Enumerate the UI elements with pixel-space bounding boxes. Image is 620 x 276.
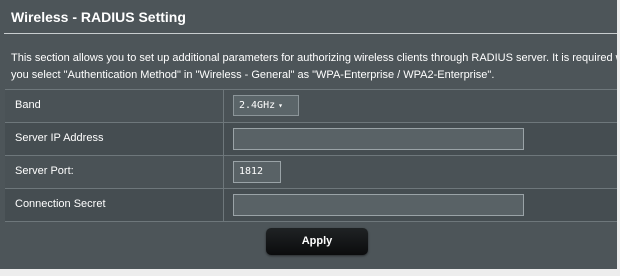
connection-secret-label-cell: Connection Secret — [5, 189, 224, 221]
server-port-input[interactable]: 1812 — [233, 161, 281, 183]
connection-secret-row: Connection Secret — [5, 189, 617, 222]
band-select[interactable]: 2.4GHz ▾ — [233, 95, 299, 116]
server-ip-label-cell: Server IP Address — [5, 123, 224, 155]
description-line-1: This section allows you to set up additi… — [11, 52, 617, 64]
server-ip-label: Server IP Address — [15, 132, 104, 144]
connection-secret-label: Connection Secret — [15, 198, 106, 210]
server-port-label: Server Port: — [15, 165, 74, 177]
band-select-value: 2.4GHz — [239, 100, 276, 111]
radius-settings-panel: Wireless - RADIUS Setting This section a… — [0, 0, 617, 269]
apply-button[interactable]: Apply — [266, 228, 368, 255]
title-divider — [4, 33, 617, 34]
band-row: Band 2.4GHz ▾ — [5, 90, 617, 123]
band-label: Band — [15, 99, 41, 111]
page-title: Wireless - RADIUS Setting — [11, 9, 186, 25]
settings-form-table: Band 2.4GHz ▾ Server IP Address Server Po… — [5, 89, 617, 222]
server-ip-row: Server IP Address — [5, 123, 617, 156]
connection-secret-input[interactable] — [233, 194, 524, 216]
band-label-cell: Band — [5, 90, 224, 122]
description-line-2: you select "Authentication Method" in "W… — [11, 69, 495, 81]
chevron-down-icon: ▾ — [278, 101, 283, 110]
title-bar: Wireless - RADIUS Setting — [0, 0, 617, 34]
server-ip-input[interactable] — [233, 128, 524, 150]
section-description: This section allows you to set up additi… — [11, 50, 617, 84]
server-port-row: Server Port: 1812 — [5, 156, 617, 189]
server-port-label-cell: Server Port: — [5, 156, 224, 188]
